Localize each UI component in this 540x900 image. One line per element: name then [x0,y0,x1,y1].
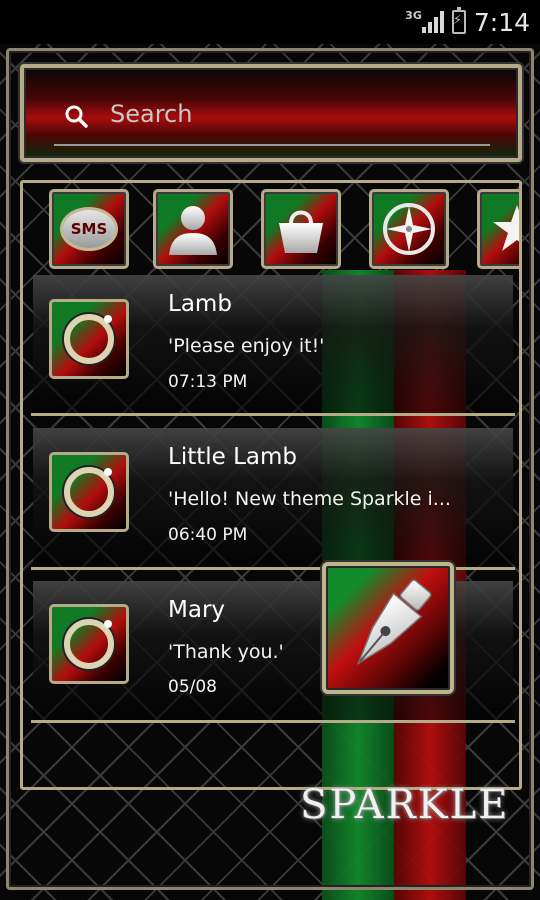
message-preview: 'Hello! New theme Sparkle i... [168,488,451,510]
ring-icon [64,467,114,517]
battery-charging-icon [451,7,466,34]
person-icon [169,206,217,255]
star-icon [493,205,519,251]
message-time: 05/08 [168,677,217,697]
shortcut-shopping[interactable] [261,189,341,269]
message-preview: 'Please enjoy it!' [168,335,325,357]
brand-logo: SPARKLE [300,782,510,828]
shortcut-sms[interactable]: SMS [49,189,129,269]
ring-icon [64,314,114,364]
ring-icon [64,619,114,669]
contact-avatar [49,299,129,379]
search-input[interactable] [110,94,490,134]
contact-avatar [49,604,129,684]
network-type: 3G [405,8,422,22]
row-divider [31,413,515,416]
contact-name: Lamb [168,291,232,317]
compose-button[interactable] [322,562,454,694]
contact-avatar [49,452,129,532]
shortcut-compass[interactable] [369,189,449,269]
search-icon [65,105,88,128]
conversation-panel: SMS Lamb 'Please enjoy it!' 07:13 PM Lit… [20,180,522,790]
message-time: 06:40 PM [168,525,248,545]
search-underline [54,144,490,146]
row-divider [31,720,515,723]
status-bar: 3G 7:14 [0,0,540,44]
shortcut-contacts[interactable] [153,189,233,269]
sms-label: SMS [70,220,108,238]
message-time: 07:13 PM [168,372,248,392]
sms-bubble-icon: SMS [60,207,118,251]
search-bar[interactable] [20,64,522,162]
clock: 7:14 [473,7,530,37]
contact-name: Mary [168,597,226,623]
pen-nib-icon [356,579,432,666]
compass-icon [383,203,435,255]
shopping-bag-icon [279,210,323,253]
shortcut-bar[interactable]: SMS [23,183,519,271]
contact-name: Little Lamb [168,444,298,470]
signal-icon [421,11,444,33]
shortcut-favorites[interactable] [477,189,519,269]
